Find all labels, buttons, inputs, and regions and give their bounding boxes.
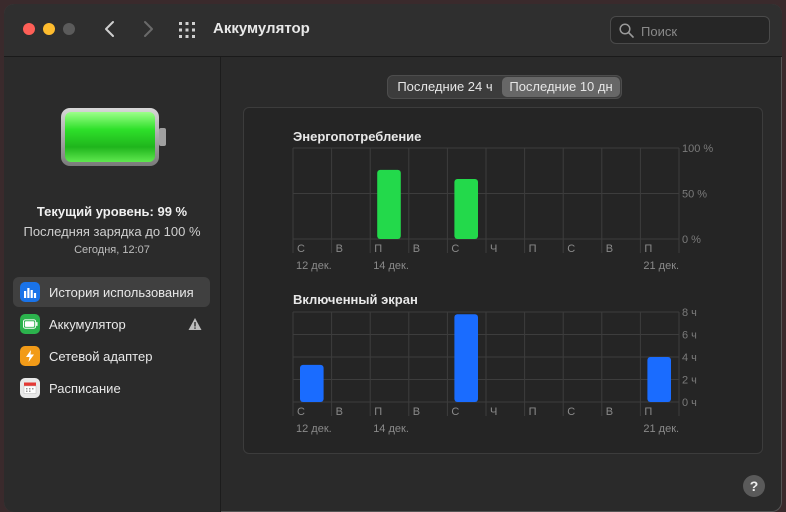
y-tick-label: 0 %: [682, 234, 701, 246]
x-tick-label: С: [451, 243, 459, 255]
search-field[interactable]: [610, 16, 770, 44]
date-label: 14 дек.: [373, 423, 409, 435]
search-icon: [619, 23, 634, 38]
calendar-icon: [20, 378, 40, 398]
zoom-button[interactable]: [63, 23, 75, 35]
battery-icon: [20, 314, 40, 334]
x-tick-label: Ч: [490, 243, 497, 255]
y-tick-label: 8 ч: [682, 307, 697, 319]
grid-icon: [179, 22, 195, 38]
close-button[interactable]: [23, 23, 35, 35]
x-tick-label: В: [606, 243, 613, 255]
chart-bar: [377, 169, 401, 239]
x-tick-label: П: [644, 406, 652, 418]
help-button[interactable]: ?: [743, 475, 765, 497]
sidebar-item-label: Сетевой адаптер: [49, 348, 153, 364]
x-tick-label: В: [336, 406, 343, 418]
x-tick-label: П: [374, 406, 382, 418]
y-tick-label: 50 %: [682, 189, 707, 201]
current-level-text: Текущий уровень: 99 %: [36, 204, 188, 219]
forward-button[interactable]: [137, 18, 159, 40]
sidebar: Текущий уровень: 99 % Последняя зарядка …: [4, 57, 221, 512]
chart-bar: [647, 357, 671, 402]
charts-panel: Энергопотребление 100 % 50 % 0 % С 12 дек. В П 1…: [243, 107, 763, 454]
y-tick-label: 2 ч: [682, 375, 697, 387]
x-tick-label: С: [567, 243, 575, 255]
chart-bar: [454, 178, 478, 239]
y-tick-label: 6 ч: [682, 330, 697, 342]
chart-bar: [300, 364, 324, 402]
sidebar-item-usage-history[interactable]: История использования: [13, 277, 210, 307]
y-tick-label: 0 ч: [682, 397, 697, 409]
window-title: Аккумулятор: [213, 20, 310, 37]
x-tick-label: П: [529, 243, 537, 255]
x-tick-label: С: [297, 243, 305, 255]
x-tick-label: П: [529, 406, 537, 418]
period-segmented-control: Последние 24 ч Последние 10 дн: [387, 75, 622, 99]
y-tick-label: 100 %: [682, 143, 713, 155]
tab-last-10-days[interactable]: Последние 10 дн: [502, 77, 620, 97]
chart-title: Включенный экран: [293, 292, 418, 307]
last-charge-time: Сегодня, 12:07: [74, 244, 150, 256]
preferences-window: Аккумулятор Текущи: [4, 4, 782, 512]
x-tick-label: В: [413, 406, 420, 418]
date-label: 12 дек.: [296, 260, 332, 272]
chevron-right-icon: [144, 21, 153, 37]
lightning-icon: [20, 346, 40, 366]
sidebar-item-battery[interactable]: Аккумулятор: [13, 309, 210, 339]
back-button[interactable]: [99, 18, 121, 40]
date-label: 14 дек.: [373, 260, 409, 272]
title-bar: Аккумулятор: [4, 4, 782, 57]
date-label: 21 дек.: [643, 423, 679, 435]
usage-charts: Энергопотребление 100 % 50 % 0 % С 12 дек. В П 1…: [292, 129, 713, 435]
chart-bar: [454, 314, 478, 402]
x-tick-label: С: [297, 406, 305, 418]
search-input[interactable]: [639, 21, 763, 41]
sidebar-item-power-adapter[interactable]: Сетевой адаптер: [13, 341, 210, 371]
x-tick-label: П: [644, 243, 652, 255]
date-label: 12 дек.: [296, 423, 332, 435]
date-label: 21 дек.: [643, 260, 679, 272]
x-tick-label: В: [413, 243, 420, 255]
tab-last-24-hours[interactable]: Последние 24 ч: [390, 77, 500, 97]
x-tick-label: П: [374, 243, 382, 255]
warning-icon: [188, 318, 202, 330]
x-tick-label: В: [606, 406, 613, 418]
chart-title: Энергопотребление: [293, 129, 421, 144]
chevron-left-icon: [105, 21, 114, 37]
sidebar-item-label: Расписание: [49, 380, 121, 396]
battery-large-icon: [61, 108, 166, 166]
x-tick-label: Ч: [490, 406, 497, 418]
sidebar-item-label: Аккумулятор: [49, 316, 126, 332]
sidebar-item-schedule[interactable]: Расписание: [13, 373, 210, 403]
last-charge-text: Последняя зарядка до 100 %: [23, 224, 201, 239]
x-tick-label: С: [567, 406, 575, 418]
minimize-button[interactable]: [43, 23, 55, 35]
y-tick-label: 4 ч: [682, 352, 697, 364]
x-tick-label: С: [451, 406, 459, 418]
sidebar-item-label: История использования: [49, 284, 194, 300]
bar-chart-icon: [20, 282, 40, 302]
x-tick-label: В: [336, 243, 343, 255]
show-all-button[interactable]: [178, 21, 196, 39]
